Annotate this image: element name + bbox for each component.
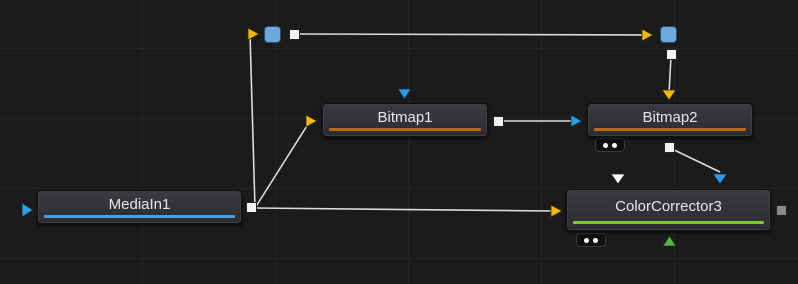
bitmap2-top-input-triangle-icon: [661, 89, 677, 101]
mediain1-output-square-icon[interactable]: [246, 202, 257, 213]
node-type-bar: [573, 221, 764, 224]
node-editor-canvas[interactable]: MediaIn1 Bitmap1 Bitmap2 ColorCorrector3: [0, 0, 798, 284]
bitmap1-input-triangle-icon: [305, 114, 318, 128]
wire-mediain1-to-pipe: [249, 33, 256, 209]
pipe-router-icon[interactable]: [660, 26, 677, 43]
pipe2-input-triangle-icon: [641, 28, 654, 42]
node-label: Bitmap2: [642, 109, 698, 126]
colorcorrector3-output-square-icon[interactable]: [776, 205, 787, 216]
node-label: Bitmap1: [377, 109, 433, 126]
node-mediain1[interactable]: MediaIn1: [37, 190, 242, 224]
bitmap1-top-input-triangle-icon: [397, 88, 412, 100]
node-type-bar: [329, 128, 481, 131]
node-bitmap1[interactable]: Bitmap1: [322, 103, 488, 137]
bitmap2-input-triangle-icon: [570, 114, 583, 128]
colorcorrector3-top-input-triangle-icon: [610, 173, 626, 185]
node-bitmap2[interactable]: Bitmap2: [587, 103, 753, 137]
pipe-router-icon[interactable]: [264, 26, 281, 43]
pipe1-input-triangle-icon: [247, 27, 260, 41]
wire-mediain1-to-colorcorrector3: [254, 207, 554, 212]
colorcorrector3-mask-triangle-icon: [662, 235, 677, 247]
colorcorrector3-blue-input-triangle-icon: [712, 173, 728, 185]
bitmap2-view-indicator-icon[interactable]: [595, 138, 625, 152]
bitmap1-output-square-icon[interactable]: [493, 116, 504, 127]
node-label: ColorCorrector3: [615, 198, 722, 215]
node-type-bar: [594, 128, 746, 131]
colorcorrector3-view-indicator-icon[interactable]: [576, 233, 606, 247]
wire-mediain1-to-bitmap1: [254, 120, 311, 209]
node-label: MediaIn1: [108, 196, 171, 213]
connection-wires: [21, 27, 728, 247]
mediain1-input-triangle-icon: [21, 202, 34, 218]
pipe1-output-square-icon[interactable]: [289, 29, 300, 40]
node-colorcorrector3[interactable]: ColorCorrector3: [566, 189, 771, 231]
bitmap2-output-square-icon[interactable]: [664, 142, 675, 153]
wire-bitmap2-to-colorcorrector3: [669, 147, 721, 173]
wire-pipe-to-bitmap2: [668, 55, 672, 95]
wire-pipe-to-pipe: [294, 33, 649, 36]
colorcorrector3-input-triangle-icon: [550, 204, 563, 218]
pipe2-output-square-icon[interactable]: [666, 49, 677, 60]
node-type-bar: [44, 215, 235, 218]
